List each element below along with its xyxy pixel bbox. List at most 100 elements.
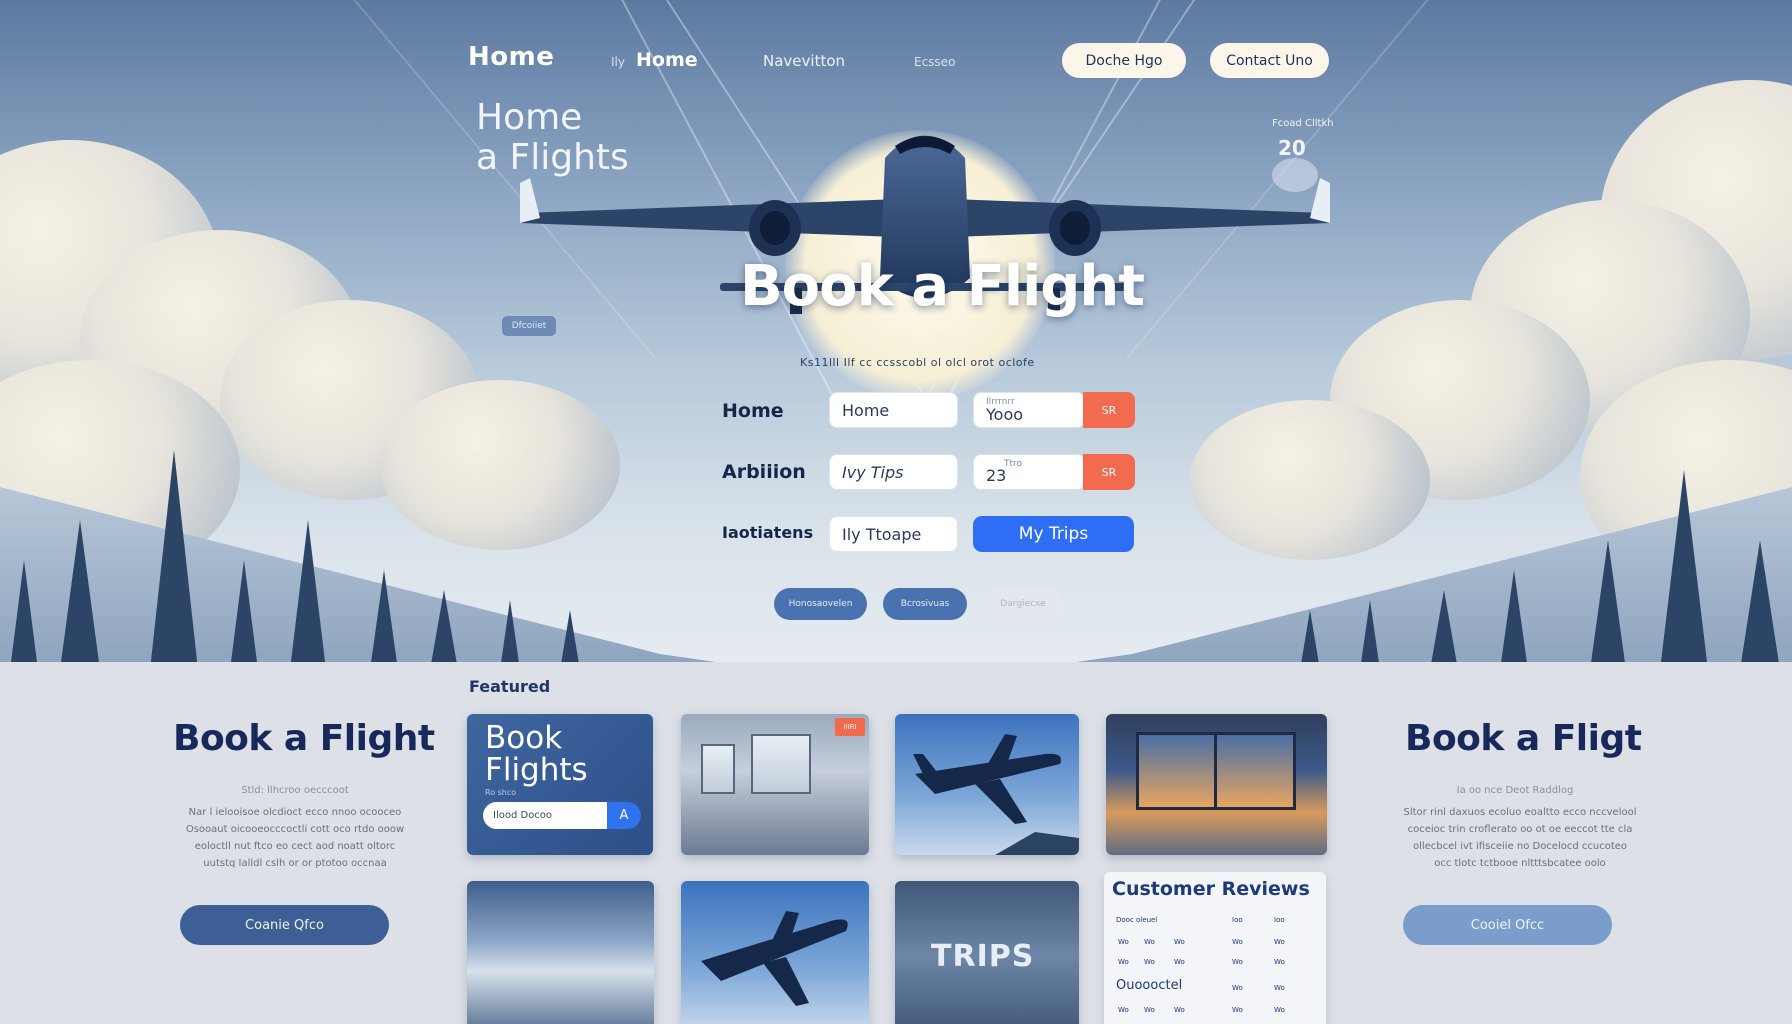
nav-link-home[interactable]: Home bbox=[636, 49, 698, 71]
reviews-cell: Wo bbox=[1118, 1006, 1129, 1014]
side-chip[interactable]: Dfcoiiet bbox=[502, 316, 556, 336]
form-field-1b-mini: Ilrrrnrr bbox=[986, 397, 1015, 407]
featured-label: Featured bbox=[469, 677, 551, 696]
trips-card[interactable]: TRIPS bbox=[895, 881, 1079, 1024]
pine-tree bbox=[370, 570, 398, 662]
pine-tree bbox=[60, 520, 100, 662]
form-field-1a[interactable]: Home bbox=[829, 392, 958, 428]
right-body-line: Sltor rinl daxuos ecoluo eoaltto ecco nc… bbox=[1403, 807, 1637, 818]
hero-pill-2[interactable]: Bcrosivuas bbox=[883, 588, 967, 620]
pine-tree bbox=[560, 610, 580, 662]
right-body-line: ollecbcel ivt ifisceiie no Docelocd ccuc… bbox=[1412, 841, 1628, 852]
form-label-2: Arbiiion bbox=[722, 461, 806, 483]
right-body-line: coceioc trin croflerato oo ot oe eeccot … bbox=[1407, 824, 1633, 835]
hero-title: Book a Flight bbox=[740, 254, 1145, 319]
book-flights-card-title: Book Flights bbox=[485, 722, 588, 786]
right-side-title: Book a Fligt bbox=[1405, 718, 1642, 759]
right-body-line: occ tlotc tctbooe nltttsbcatee oolo bbox=[1434, 858, 1606, 869]
search-button-1[interactable]: SR bbox=[1083, 392, 1135, 428]
pine-tree bbox=[1660, 470, 1708, 662]
book-flight-button[interactable]: Doche Hgo bbox=[1062, 43, 1186, 78]
right-cta-button[interactable]: Cooiel Ofcc bbox=[1403, 905, 1612, 945]
form-field-3a[interactable]: Ily Ttoape bbox=[829, 516, 958, 552]
left-body-line: eoloctll nut ftco eo cect aod noatt olto… bbox=[194, 841, 396, 852]
form-field-1b[interactable]: Ilrrrnrr Yooo bbox=[973, 392, 1085, 428]
my-trips-button[interactable]: My Trips bbox=[973, 516, 1134, 552]
pine-tree bbox=[150, 450, 198, 662]
form-label-1: Home bbox=[722, 400, 784, 422]
hero-tagline: Ks11lll Ilf cc ccsscobl ol olcl orot ocl… bbox=[800, 356, 1035, 369]
interior-photo-card[interactable]: IIIRI bbox=[681, 714, 869, 855]
book-flights-title-line2: Flights bbox=[485, 752, 588, 788]
left-body-line: Nar l ielooisoe olcdioct ecco nnoo ocooc… bbox=[188, 807, 402, 818]
lounge-photo-card[interactable] bbox=[1106, 714, 1327, 855]
form-field-2b[interactable]: Ttro 23 bbox=[973, 454, 1085, 490]
reviews-cell: Wo bbox=[1174, 958, 1185, 966]
reviews-cell: Wo bbox=[1144, 1006, 1155, 1014]
weather-label: Fcoad Clltkh bbox=[1272, 118, 1334, 129]
book-flights-card[interactable]: Book Flights Ro shco Ilood Docoo A bbox=[467, 714, 653, 855]
reviews-title: Customer Reviews bbox=[1112, 878, 1310, 900]
customer-reviews-card[interactable]: Customer Reviews Dooc oleuel Ioo Ioo Wo … bbox=[1104, 872, 1326, 1024]
cloud bbox=[1190, 400, 1430, 560]
card-badge: IIIRI bbox=[835, 718, 865, 736]
book-flights-card-caption: Ro shco bbox=[485, 788, 517, 797]
window-shape bbox=[751, 734, 811, 794]
reviews-cell: Wo bbox=[1144, 938, 1155, 946]
moon-icon bbox=[1272, 158, 1318, 192]
hero-pill-3[interactable]: Dargiecxe bbox=[983, 588, 1063, 620]
pine-tree bbox=[1590, 540, 1626, 662]
nav-link-prefix[interactable]: Ily bbox=[611, 55, 625, 69]
card-search-icon[interactable]: A bbox=[607, 802, 641, 829]
hero-section: Home Ily Home Navevitton Ecsseo Doche Hg… bbox=[0, 0, 1792, 662]
reviews-cell: Wo bbox=[1274, 958, 1285, 966]
search-button-2[interactable]: SR bbox=[1083, 454, 1135, 490]
trips-card-title: TRIPS bbox=[931, 939, 1035, 974]
form-label-3: Iaotiatens bbox=[722, 523, 814, 542]
nav-link-small[interactable]: Ecsseo bbox=[914, 55, 955, 69]
nav-brand[interactable]: Home bbox=[468, 42, 554, 72]
pine-tree bbox=[1360, 600, 1380, 662]
hero-subtitle-line2: a Flights bbox=[476, 137, 629, 178]
pine-tree bbox=[1430, 590, 1458, 662]
pine-tree bbox=[500, 600, 520, 662]
reviews-cell: Wo bbox=[1174, 1006, 1185, 1014]
plane-photo-icon-2 bbox=[701, 911, 848, 1006]
hero-pill-1[interactable]: Honosaovelen bbox=[774, 588, 867, 620]
pine-tree bbox=[1500, 570, 1528, 662]
pine-tree bbox=[10, 560, 38, 662]
left-side-body: Nar l ielooisoe olcdioct ecco nnoo ocooc… bbox=[150, 804, 440, 872]
hero-subtitle: Home a Flights bbox=[476, 98, 629, 178]
reviews-header-cell: Ioo bbox=[1274, 916, 1285, 924]
plane-photo-card-2[interactable] bbox=[681, 881, 869, 1024]
right-side-subtitle: Ia oo nce Deot Raddlog bbox=[1456, 785, 1574, 796]
pine-tree bbox=[1300, 610, 1320, 662]
left-side-title: Book a Flight bbox=[173, 718, 435, 759]
lake-photo-card[interactable] bbox=[467, 881, 654, 1024]
nav-link-navigation[interactable]: Navevitton bbox=[763, 52, 845, 70]
reviews-cell: Wo bbox=[1118, 938, 1129, 946]
form-field-2a[interactable]: Ivy Tips bbox=[829, 454, 958, 490]
reviewer-name: Ouoooctel bbox=[1116, 978, 1183, 993]
plane-photo-icon bbox=[913, 734, 1079, 855]
book-flights-title-line1: Book bbox=[485, 720, 563, 756]
left-body-line: uutstq Ialldl cslh or or ptotoo occnaa bbox=[203, 858, 387, 869]
reviews-cell: Wo bbox=[1232, 958, 1243, 966]
plane-photo-card[interactable] bbox=[895, 714, 1079, 855]
reviews-cell: Wo bbox=[1174, 938, 1185, 946]
left-cta-button[interactable]: Coanie Qfco bbox=[180, 905, 389, 945]
pine-tree bbox=[290, 520, 326, 662]
reviews-cell: Wo bbox=[1118, 958, 1129, 966]
reviews-cell: Wo bbox=[1232, 938, 1243, 946]
pine-tree bbox=[230, 560, 258, 662]
pine-tree bbox=[430, 590, 458, 662]
form-field-2b-mini: Ttro bbox=[1004, 459, 1023, 469]
reviews-cell: Wo bbox=[1274, 938, 1285, 946]
form-field-1b-value: Yooo bbox=[986, 404, 1024, 424]
airplane-illustration bbox=[520, 118, 1330, 358]
right-side-body: Sltor rinl daxuos ecoluo eoaltto ecco nc… bbox=[1370, 804, 1670, 872]
contact-button[interactable]: Contact Uno bbox=[1210, 43, 1329, 78]
reviews-cell: Wo bbox=[1232, 1006, 1243, 1014]
reviews-cell: Wo bbox=[1232, 984, 1243, 992]
reviews-cell: Wo bbox=[1144, 958, 1155, 966]
